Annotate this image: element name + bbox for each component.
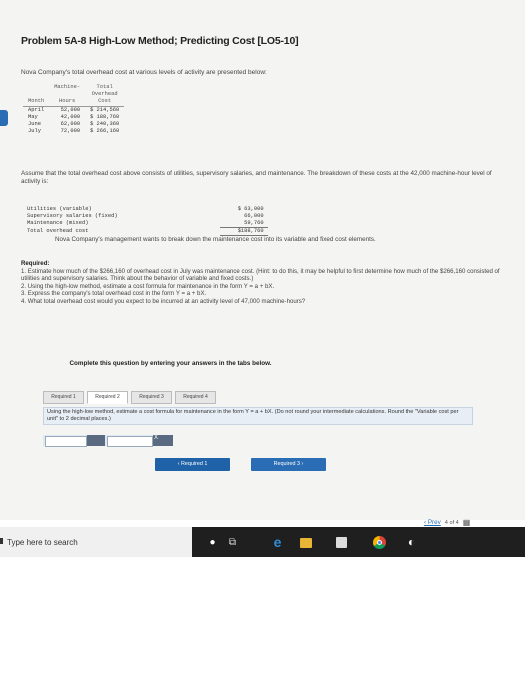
windows-icon[interactable]: [0, 538, 3, 544]
app-icon[interactable]: ◐: [405, 536, 418, 549]
task-view-icon[interactable]: ⧉: [226, 536, 239, 549]
tab-required-2[interactable]: Required 2: [87, 391, 128, 404]
required-section: Required: 1. Estimate how much of the $2…: [21, 260, 506, 306]
table-row: June 62,000 $ 240,360: [28, 121, 120, 128]
required-item-2: 2. Using the high-low method, estimate a…: [21, 282, 275, 290]
chrome-icon[interactable]: [373, 536, 386, 549]
homework-page: Problem 5A-8 High-Low Method; Predicting…: [0, 0, 525, 520]
table-row: Supervisory salaries (fixed) 66,000: [27, 213, 264, 219]
required-heading: Required:: [21, 260, 50, 267]
tab-required-1[interactable]: Required 1: [43, 391, 84, 404]
variable-cost-input[interactable]: [107, 436, 153, 447]
search-input[interactable]: Type here to search: [7, 538, 78, 547]
required-tabs: Required 1 Required 2 Required 3 Require…: [43, 391, 216, 404]
next-required-button[interactable]: Required 3 ›: [251, 458, 326, 471]
side-tab-marker[interactable]: [0, 110, 8, 126]
table-row: July 72,000 $ 266,160: [28, 128, 120, 135]
prev-required-button[interactable]: ‹ Required 1: [155, 458, 230, 471]
tab-required-4[interactable]: Required 4: [175, 391, 216, 404]
blank-area: [0, 557, 525, 700]
required-item-3: 3. Express the company's total overhead …: [21, 290, 207, 298]
fixed-cost-input[interactable]: [45, 436, 87, 447]
intro-text: Nova Company's total overhead cost at va…: [21, 69, 267, 76]
grid-icon[interactable]: ▦: [463, 518, 471, 527]
assumption-paragraph: Assume that the total overhead cost abov…: [21, 170, 492, 185]
plus-cell: [87, 435, 105, 446]
breakdown-table: Utilities (variable) $ 63,000 Supervisor…: [23, 206, 268, 236]
prev-page-link[interactable]: ‹ Prev: [424, 519, 441, 526]
edge-icon[interactable]: e: [271, 535, 284, 549]
col-cost-header: Total: [96, 84, 113, 90]
folder-icon[interactable]: [300, 538, 312, 548]
taskbar-search[interactable]: Type here to search: [0, 527, 192, 557]
table-row: Maintenance (mixed) 59,760: [23, 220, 268, 228]
microphone-icon[interactable]: ●: [206, 536, 219, 549]
formula-input-row: X: [43, 435, 173, 447]
page-count: 4 of 4: [444, 519, 459, 526]
management-text: Nova Company's management wants to break…: [55, 236, 376, 243]
tab-required-3[interactable]: Required 3: [131, 391, 172, 404]
pagination: ‹ Prev 4 of 4 ▦: [424, 518, 470, 527]
x-label: X: [154, 435, 159, 441]
table-row: Utilities (variable) $ 63,000: [27, 206, 264, 212]
table-row: May 42,000 $ 188,760: [28, 113, 120, 120]
tab-instruction: Using the high-low method, estimate a co…: [43, 407, 473, 425]
col-hours-header: Machine-: [54, 84, 81, 90]
activity-table: Machine- Total Overhead Month Hours Cost…: [23, 84, 125, 135]
store-icon[interactable]: [336, 537, 347, 548]
instruction-text: Complete this question by entering your …: [69, 360, 272, 367]
table-row: Total overhead cost $188,760: [23, 227, 268, 236]
required-item-1: 1. Estimate how much of the $266,160 of …: [21, 267, 500, 283]
windows-taskbar: Type here to search ● ⧉ e ◐: [0, 527, 525, 557]
required-item-4: 4. What total overhead cost would you ex…: [21, 297, 306, 305]
page-title: Problem 5A-8 High-Low Method; Predicting…: [21, 35, 299, 47]
table-row: April 52,000 $ 214,560: [28, 106, 120, 113]
col-month-header: [23, 84, 49, 91]
